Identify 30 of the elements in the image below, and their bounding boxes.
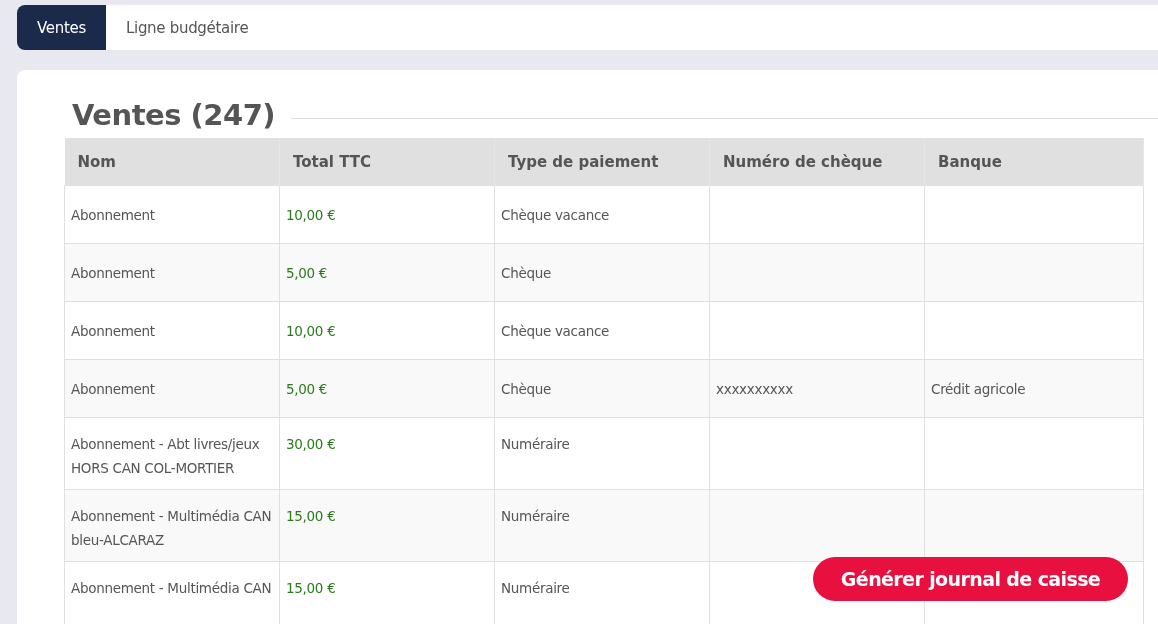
column-header: Type de paiement [494, 138, 710, 186]
table-cell: Abonnement [64, 243, 280, 302]
table-cell: 5,00 € [279, 359, 495, 418]
table-cell: Chèque [494, 243, 710, 302]
table-cell: 10,00 € [279, 185, 495, 244]
generate-journal-button[interactable]: Générer journal de caisse [813, 557, 1128, 601]
tab[interactable]: Ventes [17, 5, 106, 50]
column-header: Banque [924, 138, 1144, 186]
tab[interactable]: Ligne budgétaire [105, 5, 269, 50]
column-header: Total TTC [279, 138, 495, 186]
table-cell: Abonnement - Multimédia CAN bleu-ALCARAZ [64, 489, 280, 562]
table-cell: Numéraire [494, 417, 710, 490]
table-cell: Numéraire [494, 489, 710, 562]
table-cell: Chèque vacance [494, 301, 710, 360]
table-cell: Abonnement - Abt livres/jeux HORS CAN COL-MORTIER [64, 417, 280, 490]
table-cell: xxxxxxxxxx [709, 359, 925, 418]
table-cell: Abonnement [64, 359, 280, 418]
table-cell: Chèque vacance [494, 185, 710, 244]
table-cell: Abonnement - Multimédia CAN [64, 561, 280, 624]
section-title: Ventes (247) [72, 98, 276, 132]
table-cell: Crédit agricole [924, 359, 1144, 418]
table-cell: Abonnement [64, 185, 280, 244]
table-cell: 30,00 € [279, 417, 495, 490]
column-header: Nom [64, 138, 280, 186]
table-cell: 15,00 € [279, 489, 495, 562]
table-cell: 5,00 € [279, 243, 495, 302]
table-cell: Abonnement [64, 301, 280, 360]
table-cell: Chèque [494, 359, 710, 418]
table-cell: 10,00 € [279, 301, 495, 360]
column-header: Numéro de chèque [709, 138, 925, 186]
